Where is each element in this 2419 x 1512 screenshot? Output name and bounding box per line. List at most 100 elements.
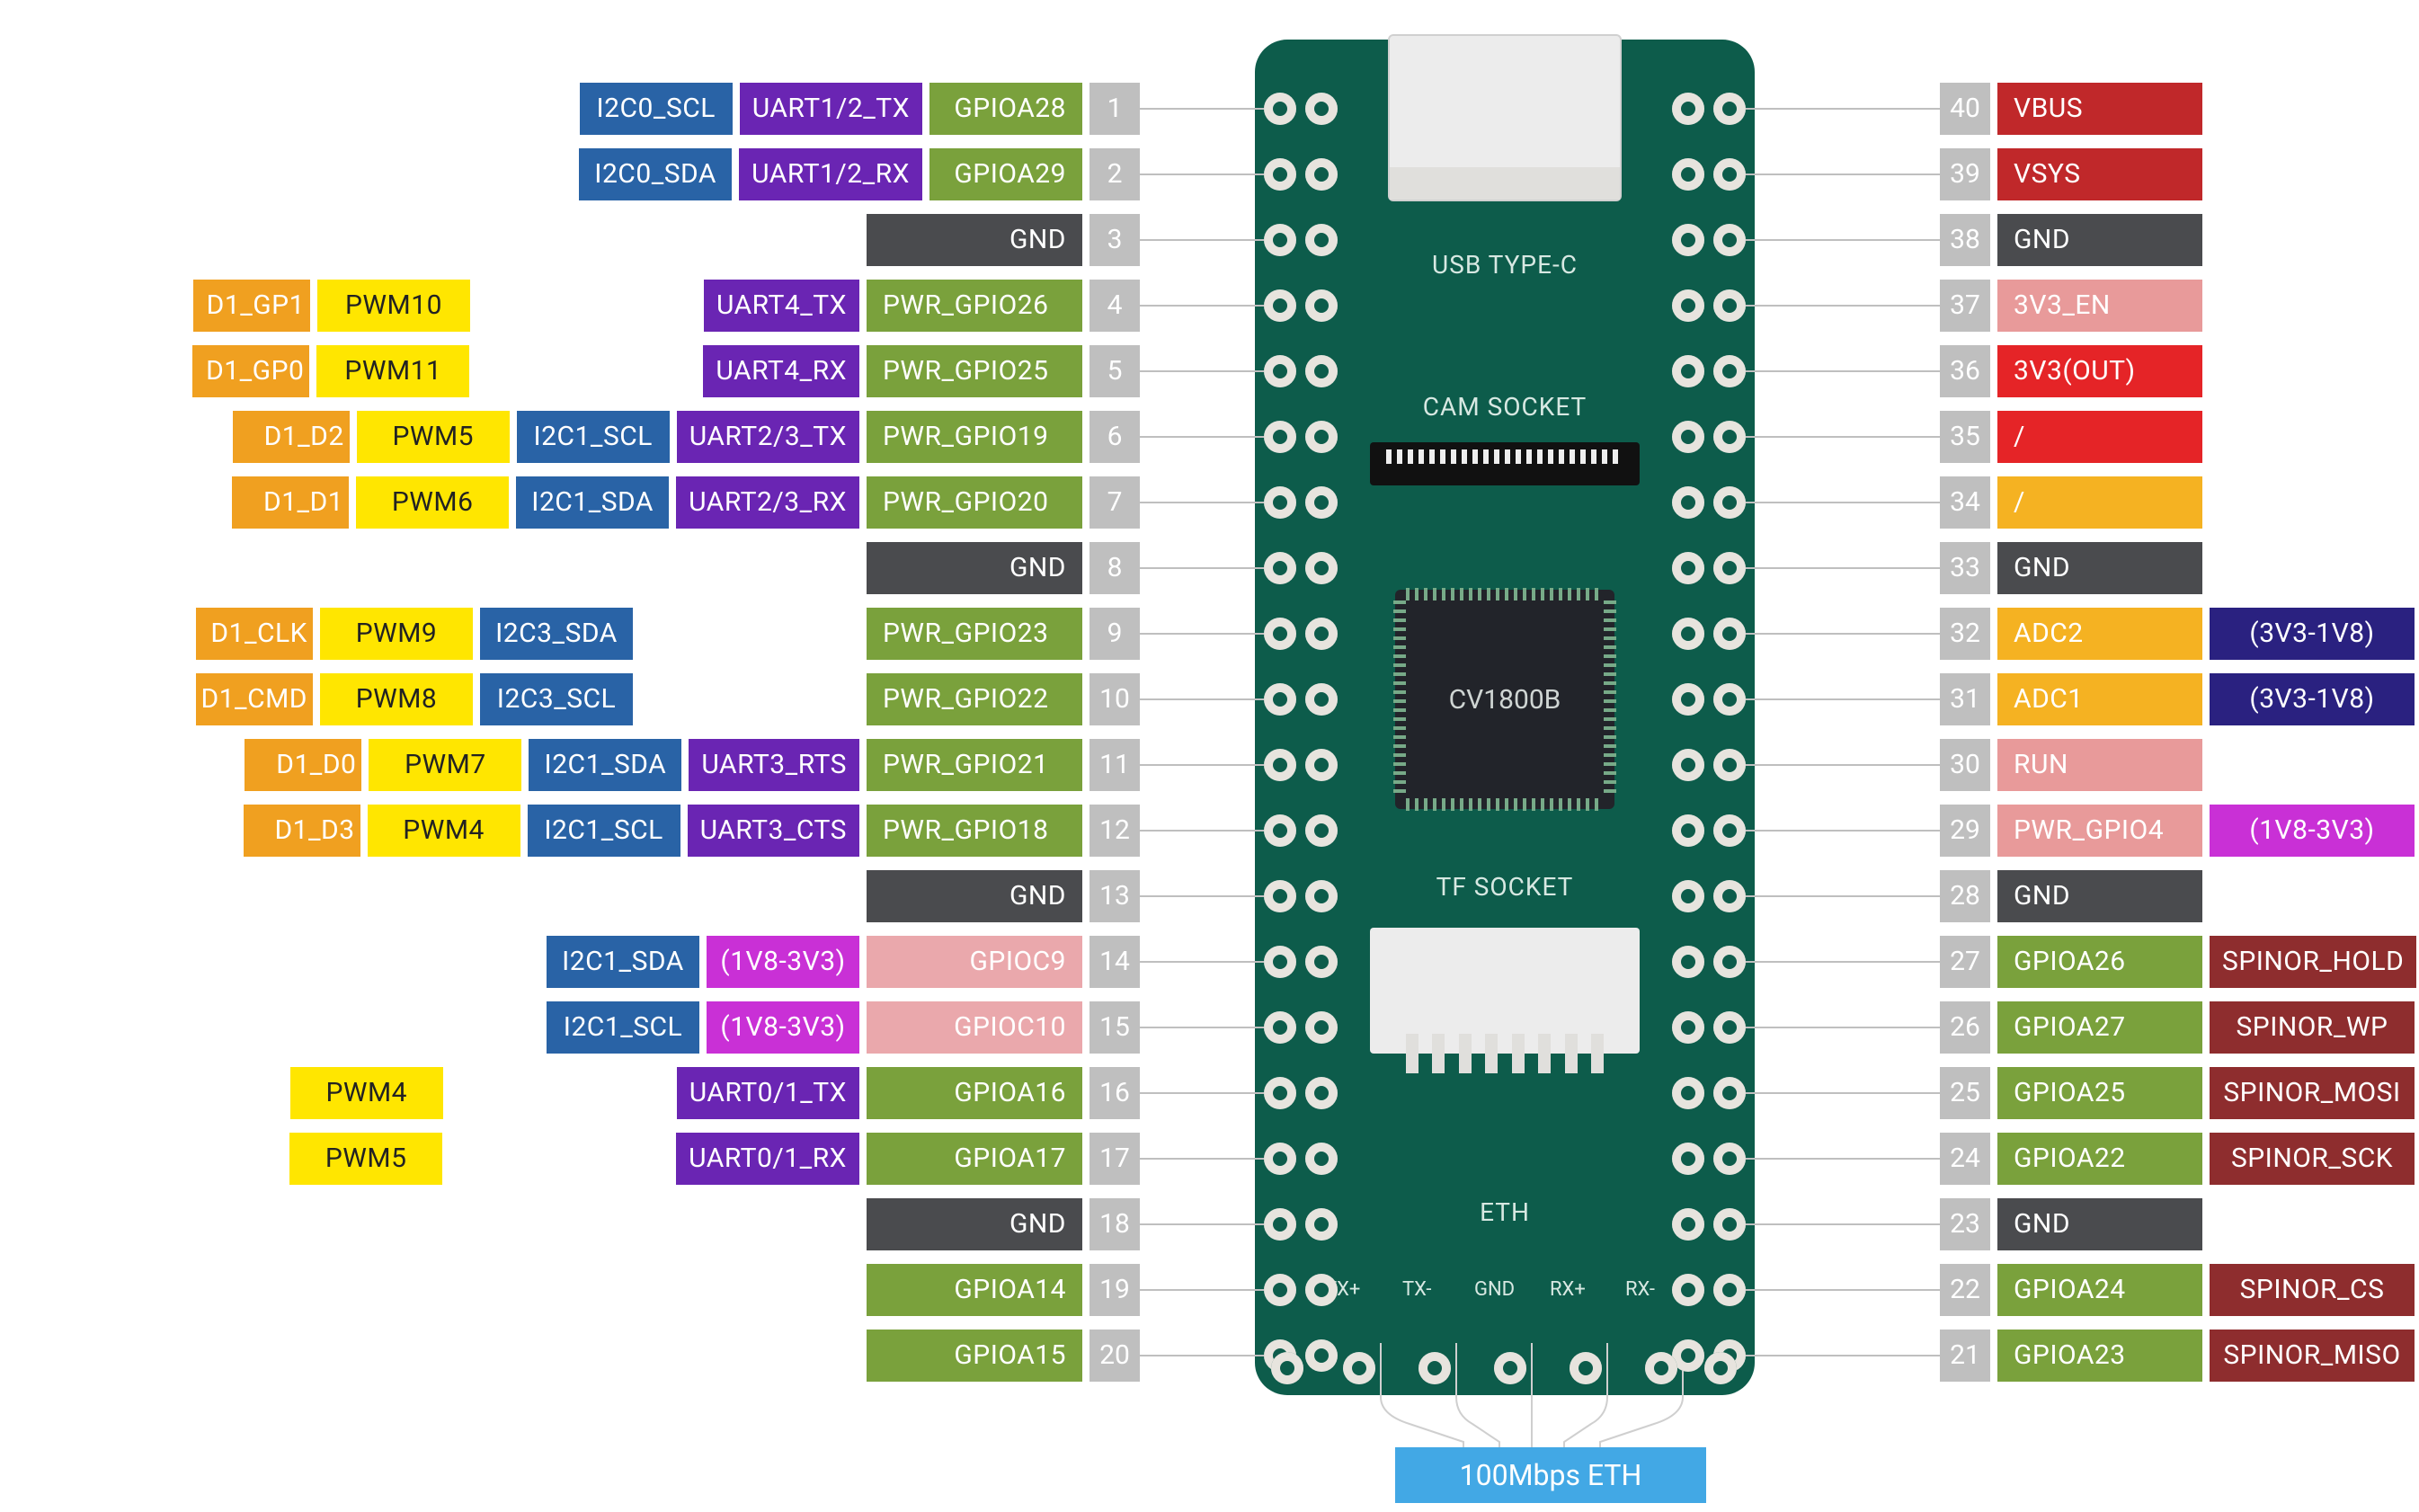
pin-function-tag: UART2/3_TX: [677, 411, 859, 463]
pin-number: 8: [1089, 542, 1140, 594]
mounting-pad: [1704, 1352, 1737, 1384]
pin-trace: [1730, 1092, 1940, 1094]
pin-function-tag: UART1/2_RX: [739, 148, 922, 200]
pin-row-left: D1_D1PWM6I2C1_SDAUART2/3_RXPWR_GPIO207: [232, 476, 1140, 529]
pin-function-tag: PWM5: [289, 1133, 442, 1185]
pin-trace: [1140, 305, 1280, 307]
pin-function-tag: UART0/1_TX: [677, 1067, 859, 1119]
pin-function-tag: UART4_TX: [704, 280, 859, 332]
pin-number: 31: [1940, 673, 1990, 725]
pin-row-right: 26GPIOA27SPINOR_WP: [1940, 1001, 2415, 1054]
board-pad: [1264, 1208, 1296, 1241]
pin-number: 11: [1089, 739, 1140, 791]
pin-row-left: GND8: [867, 542, 1140, 594]
board-pad: [1305, 683, 1338, 716]
pin-trace: [1140, 502, 1280, 503]
pin-function-tag: GPIOA27: [1997, 1001, 2202, 1054]
eth-pad: [1494, 1352, 1526, 1384]
pin-function-tag: SPINOR_CS: [2210, 1264, 2415, 1316]
pin-row-right: 29PWR_GPIO4(1V8-3V3): [1940, 805, 2415, 857]
pin-function-tag: GPIOA24: [1997, 1264, 2202, 1316]
pin-number: 9: [1089, 608, 1140, 660]
pin-trace: [1140, 1158, 1280, 1160]
pin-number: 36: [1940, 345, 1990, 397]
eth-pad: [1645, 1352, 1677, 1384]
board-pad: [1713, 1011, 1746, 1044]
pin-trace: [1730, 305, 1940, 307]
pin-trace: [1140, 895, 1280, 897]
board-pad: [1672, 1274, 1704, 1306]
pin-function-tag: GPIOA29: [929, 148, 1082, 200]
pin-row-left: GND18: [867, 1198, 1140, 1250]
pin-function-tag: I2C0_SCL: [580, 83, 733, 135]
board-pad: [1713, 814, 1746, 847]
pin-function-tag: GND: [1997, 1198, 2202, 1250]
pin-row-right: 27GPIOA26SPINOR_HOLD: [1940, 936, 2416, 988]
pin-function-tag: D1_CMD: [196, 673, 313, 725]
board-pad: [1264, 1077, 1296, 1109]
board-pad: [1264, 618, 1296, 650]
board-pad: [1305, 486, 1338, 519]
pin-number: 15: [1089, 1001, 1140, 1054]
pin-function-tag: SPINOR_MOSI: [2210, 1067, 2415, 1119]
board-pad: [1305, 289, 1338, 322]
pin-number: 25: [1940, 1067, 1990, 1119]
board-pad: [1713, 1274, 1746, 1306]
board-pad: [1305, 618, 1338, 650]
pin-trace: [1730, 1027, 1940, 1028]
board-pad: [1264, 355, 1296, 387]
pin-number: 40: [1940, 83, 1990, 135]
pin-row-right: 22GPIOA24SPINOR_CS: [1940, 1264, 2415, 1316]
pin-function-tag: (1V8-3V3): [707, 936, 859, 988]
usb-type-c-connector: [1388, 34, 1622, 201]
pin-function-tag: D1_D2: [233, 411, 350, 463]
board-pad: [1713, 618, 1746, 650]
pin-function-tag: I2C1_SDA: [529, 739, 681, 791]
pin-trace: [1730, 1355, 1940, 1356]
pin-row-left: D1_D3PWM4I2C1_SCLUART3_CTSPWR_GPIO1812: [244, 805, 1140, 857]
pin-function-tag: PWM5: [357, 411, 510, 463]
pin-number: 20: [1089, 1330, 1140, 1382]
pin-number: 2: [1089, 148, 1140, 200]
pin-row-left: D1_CLKPWM9I2C3_SDAPWR_GPIO239: [196, 608, 1140, 660]
pin-number: 13: [1089, 870, 1140, 922]
board-pad: [1713, 355, 1746, 387]
pin-function-tag: UART1/2_TX: [740, 83, 922, 135]
pin-function-tag: I2C1_SDA: [547, 936, 699, 988]
eth-pin-rxp: RX+: [1550, 1278, 1586, 1301]
pin-function-tag: D1_D3: [244, 805, 360, 857]
board-pad: [1672, 1011, 1704, 1044]
pin-trace: [1140, 436, 1280, 438]
pin-row-left: GPIOA1419: [867, 1264, 1140, 1316]
pin-trace: [1730, 1289, 1940, 1291]
pin-row-left: PWM4UART0/1_TXGPIOA1616: [290, 1067, 1140, 1119]
pin-number: 22: [1940, 1264, 1990, 1316]
pin-function-tag: SPINOR_WP: [2210, 1001, 2415, 1054]
pin-function-tag: PWM10: [317, 280, 470, 332]
board-pad: [1264, 749, 1296, 781]
board-pad: [1672, 421, 1704, 453]
board-pad: [1713, 749, 1746, 781]
pin-function-tag: PWR_GPIO23: [867, 608, 1082, 660]
soc-chip: CV1800B: [1395, 590, 1614, 809]
pin-row-right: 24GPIOA22SPINOR_SCK: [1940, 1133, 2415, 1185]
pin-number: 4: [1089, 280, 1140, 332]
pin-trace: [1140, 1092, 1280, 1094]
pin-trace: [1140, 108, 1280, 110]
board-pad: [1672, 946, 1704, 978]
pin-trace: [1730, 698, 1940, 700]
board-pad: [1305, 93, 1338, 125]
board-pad: [1672, 224, 1704, 256]
pin-trace: [1140, 1027, 1280, 1028]
pin-number: 3: [1089, 214, 1140, 266]
pin-number: 12: [1089, 805, 1140, 857]
pin-function-tag: UART3_CTS: [688, 805, 859, 857]
pin-trace: [1730, 173, 1940, 175]
board-pad: [1305, 1274, 1338, 1306]
board-pad: [1305, 224, 1338, 256]
pin-number: 30: [1940, 739, 1990, 791]
pin-number: 21: [1940, 1330, 1990, 1382]
board-pad: [1305, 1143, 1338, 1175]
eth-pin-gnd: GND: [1474, 1278, 1515, 1301]
board-pad: [1305, 1339, 1338, 1372]
